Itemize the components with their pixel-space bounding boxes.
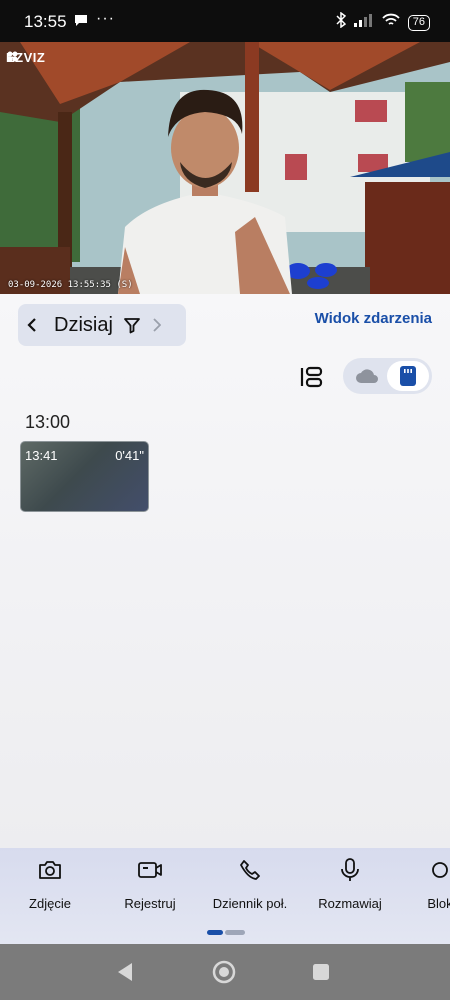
storage-source-toggle[interactable] — [343, 358, 432, 394]
clip-time: 13:41 — [25, 448, 58, 463]
layout-toggle-button[interactable] — [298, 366, 324, 388]
battery-indicator: 76 — [407, 14, 430, 31]
status-time: 13:55 — [24, 12, 67, 31]
back-button[interactable] — [116, 962, 134, 987]
ezviz-logo-icon — [7, 51, 18, 62]
filter-button[interactable] — [123, 316, 141, 334]
chat-notification-icon — [74, 14, 88, 32]
toolbar-page-indicator — [207, 930, 245, 935]
chevron-right-icon — [153, 318, 161, 332]
back-icon — [118, 963, 132, 981]
home-icon — [212, 960, 236, 984]
snapshot-button[interactable]: Zdjęcie — [5, 858, 95, 911]
page-dot-inactive — [225, 930, 245, 935]
cloud-storage-option[interactable] — [355, 367, 379, 389]
camera-icon — [39, 861, 61, 879]
cloud-icon — [356, 369, 378, 383]
lock-label: Blok — [427, 896, 450, 911]
previous-day-button[interactable] — [18, 304, 46, 346]
camera-timestamp: 03-09-2026 13:55:35 (S) — [8, 280, 133, 290]
lock-icon — [432, 862, 448, 878]
list-layout-icon — [300, 366, 323, 388]
page-dot-active — [207, 930, 223, 935]
record-button[interactable]: Rejestruj — [105, 858, 195, 911]
record-label: Rejestruj — [124, 896, 176, 911]
event-view-link[interactable]: Widok zdarzenia — [315, 310, 432, 327]
lock-button[interactable]: Blok — [395, 858, 450, 911]
sd-card-option[interactable] — [387, 361, 429, 391]
camera-live-view[interactable]: EZVIZ 03-09-2026 13:55:35 (S) — [0, 42, 450, 294]
talk-label: Rozmawiaj — [318, 896, 382, 911]
talk-button[interactable]: Rozmawiaj — [305, 858, 395, 911]
microphone-icon — [341, 858, 359, 881]
snapshot-label: Zdjęcie — [29, 896, 71, 911]
clip-duration: 0'41" — [115, 448, 144, 463]
camera-scene-image — [0, 42, 450, 294]
control-toolbar: Zdjęcie Rejestruj Dziennik poł. Rozmawia… — [0, 848, 450, 944]
recent-apps-button[interactable] — [312, 963, 330, 986]
hour-header: 13:00 — [25, 412, 71, 432]
home-button[interactable] — [212, 960, 236, 989]
date-label[interactable]: Dzisiaj — [54, 314, 113, 337]
system-navigation-bar — [0, 944, 450, 1000]
video-record-icon — [138, 862, 162, 878]
next-day-button[interactable] — [153, 318, 161, 332]
bluetooth-icon — [336, 11, 346, 33]
recent-apps-icon — [313, 964, 329, 980]
phone-icon — [240, 860, 260, 880]
ezviz-logo: EZVIZ — [6, 50, 45, 65]
playback-content: Dzisiaj Widok zdarzenia 13:00 13:41 0'41… — [0, 294, 450, 848]
filter-icon — [124, 318, 140, 334]
more-notifications-icon: ··· — [96, 10, 115, 27]
call-log-button[interactable]: Dziennik poł. — [205, 858, 295, 911]
recording-clip-thumbnail[interactable]: 13:41 0'41" — [20, 441, 149, 512]
date-navigator: Dzisiaj — [18, 304, 186, 346]
sd-card-icon — [400, 366, 416, 386]
call-log-label: Dziennik poł. — [212, 896, 288, 911]
chevron-left-icon — [27, 318, 36, 332]
wifi-icon — [382, 13, 400, 32]
status-bar: 13:55 ··· 76 — [0, 0, 450, 42]
signal-icon — [353, 13, 374, 32]
